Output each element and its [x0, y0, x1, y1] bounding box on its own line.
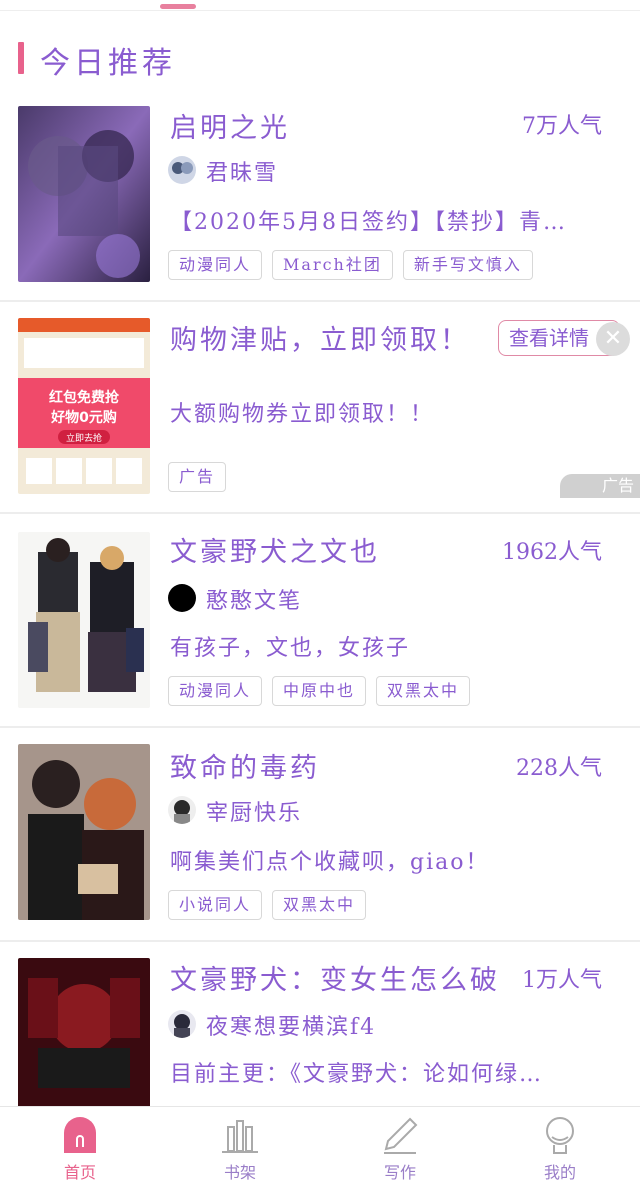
book-description: 啊集美们点个收藏呗，giao！ — [170, 850, 490, 875]
book-description: 有孩子，文也，女孩子 — [170, 636, 411, 661]
book-title[interactable]: 致命的毒药 — [170, 746, 320, 785]
tag[interactable]: 动漫同人 — [168, 676, 263, 706]
author-avatar[interactable] — [168, 1010, 196, 1038]
nav-bookshelf-label: 书架 — [223, 1163, 256, 1182]
nav-write-label: 写作 — [383, 1163, 416, 1182]
author-name[interactable]: 憨憨文笔 — [206, 583, 302, 615]
tag[interactable]: 双黑太中 — [272, 890, 367, 920]
book-description: 【2020年5月8日签约】【禁抄】青… — [170, 210, 567, 235]
author-avatar[interactable] — [168, 796, 196, 824]
home-arch-icon — [60, 1115, 100, 1155]
tag-list: 小说同人 双黑太中 — [168, 890, 367, 922]
book-title[interactable]: 启明之光 — [170, 106, 290, 145]
nav-home[interactable]: 首页 — [40, 1107, 120, 1187]
top-indicator — [160, 4, 196, 9]
popularity-count: 1962人气 — [502, 540, 602, 565]
book-cover[interactable] — [18, 106, 150, 282]
book-item-1[interactable]: 启明之光 7万人气 君昧雪 【2020年5月8日签约】【禁抄】青… 动漫同人 M… — [0, 94, 640, 302]
ad-cover-line2: 好物0元购 — [50, 409, 117, 426]
ad-cover-button: 立即去抢 — [66, 432, 102, 444]
tag[interactable]: March社团 — [272, 250, 393, 280]
pen-icon — [380, 1115, 420, 1155]
book-title[interactable]: 文豪野犬之文也 — [170, 530, 380, 569]
book-item-2[interactable]: 文豪野犬之文也 1962人气 憨憨文笔 有孩子，文也，女孩子 动漫同人 中原中也… — [0, 514, 640, 728]
ad-title[interactable]: 购物津贴，立即领取！ — [170, 318, 470, 357]
tag-list: 动漫同人 March社团 新手写文慎入 — [168, 250, 533, 282]
popularity-count: 1万人气 — [522, 968, 602, 993]
section-accent-bar — [18, 42, 24, 74]
book-title[interactable]: 文豪野犬：变女生怎么破 — [170, 958, 500, 997]
ad-mark-badge: 广告 — [560, 474, 640, 498]
ad-tag: 广告 — [168, 462, 227, 492]
nav-profile[interactable]: 我的 — [520, 1107, 600, 1187]
author-name[interactable]: 君昧雪 — [206, 155, 278, 187]
ad-mark-label: 广告 — [601, 476, 634, 495]
ad-item[interactable]: 红包免费抢 好物0元购 立即去抢 购物津贴，立即领取！ 查看详情 ✕ 大额购物券… — [0, 302, 640, 514]
section-title: 今日推荐 — [40, 46, 176, 81]
popularity-count: 228人气 — [516, 756, 602, 781]
tag[interactable]: 小说同人 — [168, 890, 263, 920]
ad-cover-line1: 红包免费抢 — [49, 389, 120, 406]
nav-bookshelf[interactable]: 书架 — [200, 1107, 280, 1187]
book-cover[interactable] — [18, 532, 150, 708]
author-avatar[interactable] — [168, 156, 196, 184]
nav-home-label: 首页 — [63, 1163, 96, 1182]
nav-profile-label: 我的 — [543, 1163, 576, 1182]
nav-write[interactable]: 写作 — [360, 1107, 440, 1187]
author-avatar[interactable] — [168, 584, 196, 612]
book-description: 目前主更：《文豪野犬：论如何绿… — [170, 1062, 544, 1087]
tag-list: 动漫同人 中原中也 双黑太中 — [168, 676, 471, 708]
tag-list: 广告 — [168, 462, 227, 494]
book-cover[interactable] — [18, 744, 150, 920]
author-name[interactable]: 宰厨快乐 — [206, 795, 302, 827]
book-item-4[interactable]: 文豪野犬：变女生怎么破 1万人气 夜寒想要横滨f4 目前主更：《文豪野犬：论如何… — [0, 942, 640, 1134]
close-icon[interactable]: ✕ — [596, 322, 630, 356]
ad-cover[interactable]: 红包免费抢 好物0元购 立即去抢 — [18, 318, 150, 494]
author-name[interactable]: 夜寒想要横滨f4 — [206, 1009, 376, 1041]
section-header: 今日推荐 — [0, 34, 640, 84]
tag[interactable]: 动漫同人 — [168, 250, 263, 280]
ad-description: 大额购物券立即领取！！ — [170, 402, 435, 427]
bookshelf-icon — [220, 1115, 260, 1155]
tag[interactable]: 双黑太中 — [376, 676, 471, 706]
book-item-3[interactable]: 致命的毒药 228人气 宰厨快乐 啊集美们点个收藏呗，giao！ 小说同人 双黑… — [0, 728, 640, 942]
profile-icon — [540, 1115, 580, 1155]
popularity-count: 7万人气 — [522, 114, 602, 139]
bottom-nav: 首页 书架 写作 我的 — [0, 1106, 640, 1187]
tag[interactable]: 中原中也 — [272, 676, 367, 706]
tag[interactable]: 新手写文慎入 — [402, 250, 533, 280]
top-divider — [0, 10, 640, 11]
